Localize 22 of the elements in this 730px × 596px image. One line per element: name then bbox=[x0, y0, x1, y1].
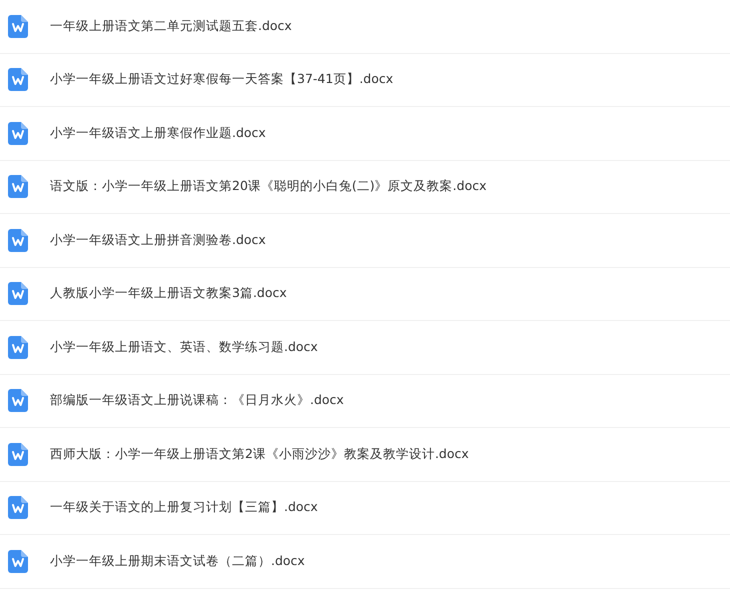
word-document-icon bbox=[8, 282, 28, 306]
file-name[interactable]: 语文版：小学一年级上册语文第20课《聪明的小白兔(二)》原文及教案.docx bbox=[50, 178, 486, 196]
file-name[interactable]: 人教版小学一年级上册语文教案3篇.docx bbox=[50, 285, 287, 302]
file-name[interactable]: 小学一年级上册期末语文试卷（二篇）.docx bbox=[50, 552, 305, 570]
file-name[interactable]: 部编版一年级语文上册说课稿：《日月水火》.docx bbox=[50, 392, 344, 410]
word-document-icon bbox=[8, 389, 28, 412]
word-document-icon bbox=[8, 122, 28, 145]
file-name[interactable]: 一年级上册语文第二单元测试题五套.docx bbox=[50, 18, 292, 35]
word-document-icon bbox=[8, 175, 28, 198]
word-document-icon bbox=[8, 336, 28, 359]
word-document-icon bbox=[8, 442, 28, 466]
file-name[interactable]: 西师大版：小学一年级上册语文第2课《小雨沙沙》教案及教学设计.docx bbox=[50, 446, 469, 463]
file-name[interactable]: 小学一年级语文上册寒假作业题.docx bbox=[50, 124, 266, 142]
word-document-icon bbox=[8, 496, 28, 520]
file-name[interactable]: 小学一年级上册语文过好寒假每一天答案【37-41页】.docx bbox=[50, 71, 394, 88]
file-name[interactable]: 小学一年级上册语文、英语、数学练习题.docx bbox=[50, 338, 318, 356]
file-name[interactable]: 一年级关于语文的上册复习计划【三篇】.docx bbox=[50, 499, 318, 516]
word-document-icon bbox=[8, 550, 28, 573]
word-document-icon bbox=[8, 14, 28, 38]
word-document-icon bbox=[8, 68, 28, 92]
word-document-icon bbox=[8, 228, 28, 252]
file-name[interactable]: 小学一年级语文上册拼音测验卷.docx bbox=[50, 232, 266, 249]
